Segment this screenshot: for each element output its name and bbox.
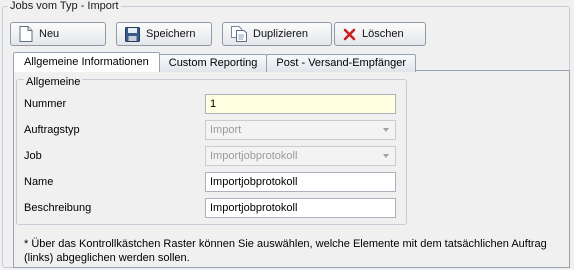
tab-strip: Allgemeine Informationen Custom Reportin… [13,52,417,72]
tab-post-recipients[interactable]: Post - Versand-Empfänger [266,54,417,72]
job-select: Importjobprotokoll [205,146,396,166]
job-value: Importjobprotokoll [210,150,298,162]
ordertype-select: Import [205,120,396,140]
duplicate-button-label: Duplizieren [253,28,309,40]
general-groupbox-title: Allgemeine [24,76,83,88]
name-field[interactable]: Importjobprotokoll [205,172,396,192]
tab-custom-reporting[interactable]: Custom Reporting [158,54,268,72]
job-label: Job [24,150,42,162]
ordertype-label: Auftragstyp [24,124,80,136]
description-label: Beschreibung [24,202,92,214]
new-button[interactable]: Neu [10,22,106,46]
ordertype-value: Import [210,124,242,136]
delete-button-label: Löschen [362,28,404,40]
number-label: Nummer [24,98,67,110]
new-button-label: Neu [39,28,60,40]
group-title: Jobs vom Typ - Import [8,0,121,12]
save-button[interactable]: Speichern [116,22,212,46]
chevron-down-icon [383,154,389,158]
new-document-icon [19,26,33,42]
number-field[interactable]: 1 [205,94,396,114]
delete-x-icon [343,28,356,40]
hint-note: * Über das Kontrollkästchen Raster könne… [24,238,547,264]
chevron-down-icon [383,128,389,132]
delete-button[interactable]: Löschen [334,22,426,46]
name-label: Name [24,176,54,188]
save-button-label: Speichern [146,28,196,40]
duplicate-icon [231,26,247,42]
tab-general-information[interactable]: Allgemeine Informationen [13,52,160,72]
duplicate-button[interactable]: Duplizieren [222,22,332,46]
description-field[interactable]: Importjobprotokoll [205,198,396,218]
save-icon [125,26,140,42]
